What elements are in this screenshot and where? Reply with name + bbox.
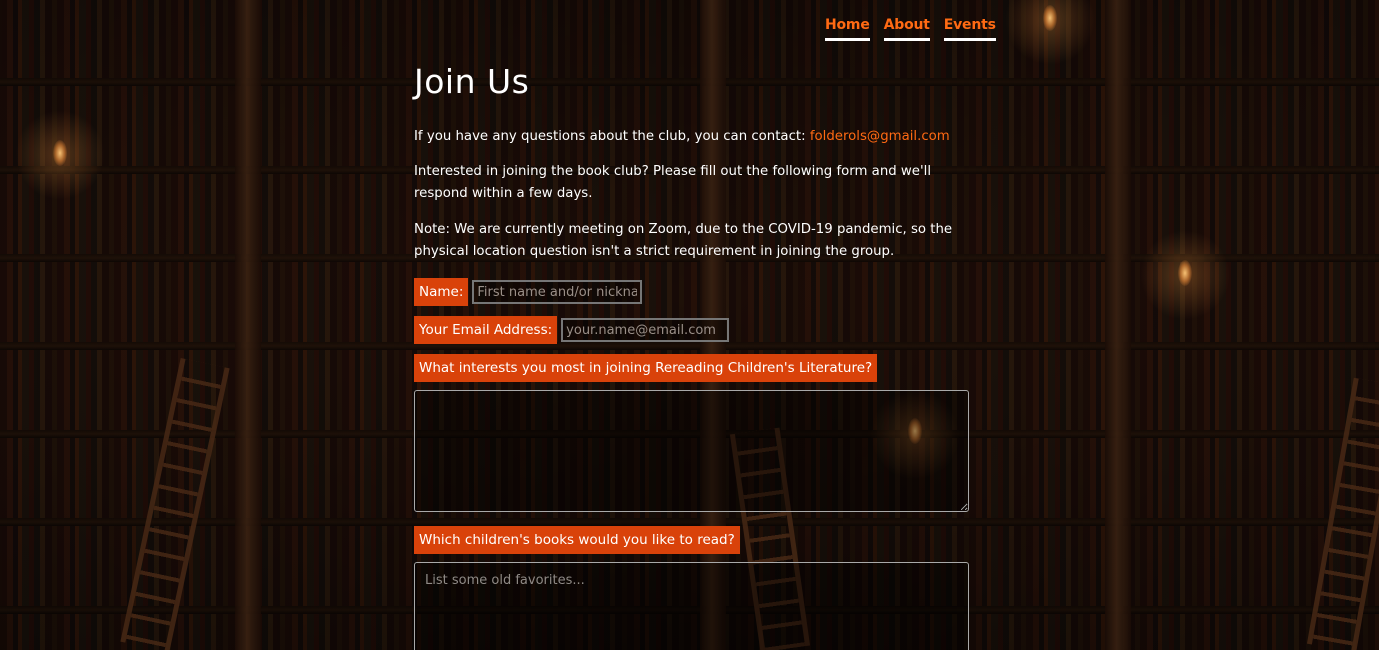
contact-paragraph: If you have any questions about the club… bbox=[414, 126, 974, 148]
intro-paragraph: Interested in joining the book club? Ple… bbox=[414, 164, 932, 201]
name-label: Name: bbox=[414, 278, 469, 306]
name-row: Name: bbox=[414, 278, 974, 306]
note-paragraph: Note: We are currently meeting on Zoom, … bbox=[414, 222, 953, 259]
nav-home-link[interactable]: Home bbox=[825, 16, 870, 41]
email-input[interactable] bbox=[561, 318, 730, 342]
main-nav: Home About Events bbox=[825, 16, 996, 41]
email-row: Your Email Address: bbox=[414, 316, 974, 344]
nav-events-link[interactable]: Events bbox=[943, 16, 996, 41]
books-label-wrap: Which children's books would you like to… bbox=[414, 526, 974, 554]
interest-label-wrap: What interests you most in joining Rerea… bbox=[414, 354, 974, 382]
shelf-pillar bbox=[1105, 0, 1131, 650]
email-label: Your Email Address: bbox=[414, 316, 558, 344]
page-title: Join Us bbox=[414, 62, 530, 101]
shelf-pillar bbox=[235, 0, 261, 650]
join-form: Name: Your Email Address: What interests… bbox=[414, 278, 974, 650]
name-input[interactable] bbox=[472, 280, 643, 304]
contact-text: If you have any questions about the club… bbox=[414, 129, 810, 144]
candle-icon bbox=[1043, 5, 1057, 31]
interest-textarea[interactable] bbox=[414, 390, 969, 512]
candle-icon bbox=[53, 140, 67, 166]
join-section: Join Us If you have any questions about … bbox=[414, 60, 974, 650]
nav-about-link[interactable]: About bbox=[883, 16, 930, 41]
books-label: Which children's books would you like to… bbox=[414, 526, 740, 554]
books-textarea[interactable] bbox=[414, 562, 969, 650]
candle-icon bbox=[1178, 260, 1192, 286]
contact-email-link[interactable]: folderols@gmail.com bbox=[810, 129, 950, 144]
interest-label: What interests you most in joining Rerea… bbox=[414, 354, 878, 382]
